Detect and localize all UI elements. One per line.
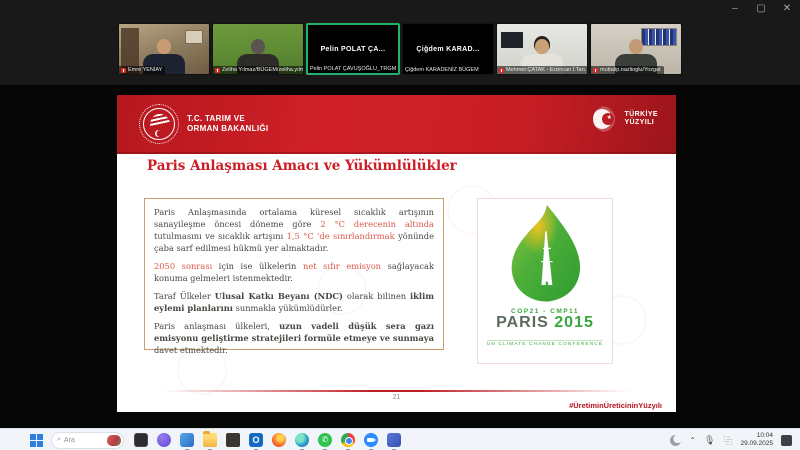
clock-time: 10:04 — [740, 432, 773, 440]
participant-name-text: Pelin POLAT ÇAVUŞOĞLU_TRGM — [310, 66, 396, 72]
window-controls: – ▢ ✕ — [728, 3, 794, 14]
participant-name-label: Zeliha Yılmaz/BÜGEM/zeliha.yılm... — [213, 66, 304, 74]
participant-tile[interactable]: Pelin POLAT ÇA...Pelin POLAT ÇAVUŞOĞLU_T… — [306, 23, 400, 75]
maximize-button[interactable]: ▢ — [754, 3, 768, 14]
participants-row: Emre YENİAY Zeliha Yılmaz/BÜGEM/zeliha.yı… — [118, 23, 682, 75]
meeting-top-strip: – ▢ ✕ Emre YENİAY Zeliha Yılmaz/BÜGEM/zel… — [0, 0, 800, 85]
participant-tile[interactable]: Zeliha Yılmaz/BÜGEM/zeliha.yılm... — [212, 23, 304, 75]
chrome-icon[interactable] — [341, 433, 355, 447]
participant-name-label: Mehmet ÇATAK - Erzincan İ.Tarı... — [497, 66, 588, 74]
app-window-icon[interactable] — [134, 433, 148, 447]
mail-icon[interactable] — [180, 433, 194, 447]
participant-name-text: Emre YENİAY — [128, 67, 162, 73]
participant-tile[interactable]: Emre YENİAY — [118, 23, 210, 75]
turkiye-yuzyili-brand: TÜRKİYE YÜZYILI — [593, 106, 658, 132]
participant-name-label: muttalip.nazlioglu/Yozgat — [591, 66, 664, 74]
participant-name-label: Pelin POLAT ÇAVUŞOĞLU_TRGM — [308, 65, 399, 73]
slide-paragraph: 2050 sonrası için ise ülkelerin net sıfı… — [154, 260, 434, 284]
display-tray-icon[interactable]: ⿻ — [723, 434, 732, 447]
participant-name-label: Çiğdem KARADENİZ BÜGEM — [403, 66, 482, 74]
search-highlight-thumbnail[interactable] — [107, 435, 121, 446]
slide-hashtag: #ÜretiminÜreticininYüzyılı — [569, 401, 662, 410]
participant-tile[interactable]: Mehmet ÇATAK - Erzincan İ.Tarı... — [496, 23, 588, 75]
cop21-logo: COP21 - CMP11 PARIS 2015 UN CLIMATE CHAN… — [477, 198, 613, 364]
crescent-star-icon — [593, 106, 619, 132]
participant-tile[interactable]: muttalip.nazlioglu/Yozgat — [590, 23, 682, 75]
ministry-logo-icon — [139, 104, 179, 144]
zoom-icon[interactable] — [364, 433, 378, 447]
notifications-icon[interactable] — [781, 435, 792, 446]
slide-paragraph: Paris anlaşması ülkeleri, uzun vadeli dü… — [154, 320, 434, 356]
close-button[interactable]: ✕ — [780, 3, 794, 14]
slide-text-box: Paris Anlaşmasında ortalama küresel sıca… — [144, 198, 444, 350]
teams-icon[interactable] — [387, 433, 401, 447]
muted-mic-icon — [121, 68, 126, 73]
shared-screen-slide: T.C. TARIM VE ORMAN BAKANLIĞI TÜRKİYE YÜ… — [117, 95, 676, 412]
taskbar-search[interactable]: ⌕ Ara — [51, 432, 124, 449]
participant-name-text: muttalip.nazlioglu/Yozgat — [600, 67, 661, 73]
slide-paragraph: Paris Anlaşmasında ortalama küresel sıca… — [154, 206, 434, 254]
windows-taskbar: ⌕ Ara O✆ ⌃ 🎙 ⿻ 10:04 29.09.2025 — [0, 428, 800, 450]
turkiye-yuzyili-label: TÜRKİYE YÜZYILI — [624, 111, 658, 128]
microphone-tray-icon[interactable]: 🎙 — [704, 435, 715, 446]
taskbar-icons: O✆ — [134, 433, 401, 447]
taskbar-clock[interactable]: 10:04 29.09.2025 — [740, 432, 773, 449]
ministry-name: T.C. TARIM VE ORMAN BAKANLIĞI — [187, 114, 268, 134]
tray-chevron-icon[interactable]: ⌃ — [689, 436, 696, 445]
slide-title: Paris Anlaşması Amacı ve Yükümlülükler — [147, 158, 457, 174]
cop21-subtitle: UN CLIMATE CHANGE CONFERENCE — [487, 340, 603, 347]
cop21-leaf-icon — [497, 203, 593, 307]
participant-name-label: Emre YENİAY — [119, 66, 165, 74]
system-tray: ⌃ 🎙 ⿻ 10:04 29.09.2025 — [670, 432, 800, 449]
slide-header-banner: T.C. TARIM VE ORMAN BAKANLIĞI TÜRKİYE YÜ… — [117, 95, 676, 154]
onedrive-icon[interactable] — [670, 435, 681, 446]
muted-mic-icon — [499, 68, 504, 73]
participant-name-text: Çiğdem KARADENİZ BÜGEM — [405, 67, 479, 73]
slide-paragraph: Taraf Ülkeler Ulusal Katkı Beyanı (NDC) … — [154, 290, 434, 314]
muted-mic-icon — [593, 68, 598, 73]
slide-page-number: 21 — [117, 394, 676, 401]
minimize-button[interactable]: – — [728, 3, 742, 14]
search-icon: ⌕ — [57, 436, 61, 444]
slide-footer-divider — [162, 390, 632, 392]
participant-name-text: Zeliha Yılmaz/BÜGEM/zeliha.yılm... — [222, 67, 304, 73]
zoom-meeting-window: – ▢ ✕ Emre YENİAY Zeliha Yılmaz/BÜGEM/zel… — [0, 0, 800, 450]
edge-icon[interactable] — [295, 433, 309, 447]
start-button[interactable] — [30, 434, 43, 447]
file-explorer-icon[interactable] — [203, 433, 217, 447]
store-icon[interactable] — [226, 433, 240, 447]
search-placeholder: Ara — [64, 437, 75, 444]
whatsapp-icon[interactable]: ✆ — [318, 433, 332, 447]
participant-tile[interactable]: Çiğdem KARAD...Çiğdem KARADENİZ BÜGEM — [402, 23, 494, 75]
copilot-icon[interactable] — [157, 433, 171, 447]
outlook-icon[interactable]: O — [249, 433, 263, 447]
firefox-icon[interactable] — [272, 433, 286, 447]
cop21-title: PARIS 2015 — [478, 315, 612, 332]
clock-date: 29.09.2025 — [740, 440, 773, 448]
ministry-brand: T.C. TARIM VE ORMAN BAKANLIĞI — [139, 104, 268, 144]
muted-mic-icon — [215, 68, 220, 73]
participant-name-text: Mehmet ÇATAK - Erzincan İ.Tarı... — [506, 67, 588, 73]
